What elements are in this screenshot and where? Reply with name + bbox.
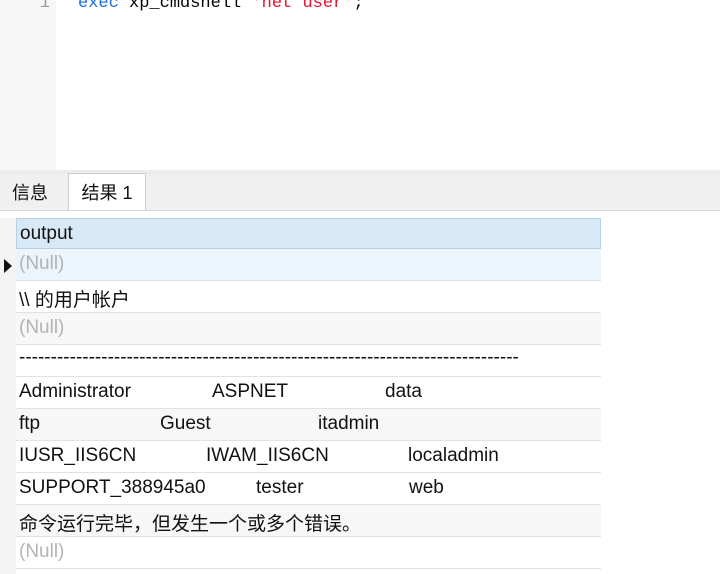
code-procedure: xp_cmdshell bbox=[118, 0, 252, 13]
tab-result-1[interactable]: 结果 1 bbox=[68, 173, 146, 210]
table-row[interactable]: (Null) bbox=[16, 537, 601, 569]
line-number: 1 bbox=[39, 0, 50, 13]
cell-value: (Null) bbox=[19, 541, 65, 562]
current-row-pointer-icon bbox=[4, 259, 12, 273]
cell-value: IUSR_IIS6CN bbox=[19, 445, 137, 466]
code-line[interactable]: exec xp_cmdshell 'net user'; bbox=[78, 0, 364, 13]
cell-value: localadmin bbox=[408, 445, 499, 466]
cell-value: ftp bbox=[19, 413, 41, 434]
sql-editor[interactable]: 1 exec xp_cmdshell 'net user'; bbox=[0, 0, 720, 170]
cell-value: (Null) bbox=[19, 253, 65, 274]
cell-value: ----------------------------------------… bbox=[19, 347, 519, 368]
cell-value: Administrator bbox=[19, 381, 131, 402]
code-string: 'net user' bbox=[251, 0, 354, 13]
table-row[interactable]: \\ 的用户帐户 bbox=[16, 281, 601, 313]
cell-value: SUPPORT_388945a0 bbox=[19, 477, 206, 498]
table-row[interactable]: Administrator ASPNET data bbox=[16, 377, 601, 409]
cell-value: web bbox=[409, 477, 444, 498]
line-number-gutter: 1 bbox=[0, 0, 56, 170]
cell-value: Guest bbox=[160, 413, 211, 434]
table-row[interactable]: (Null) bbox=[16, 313, 601, 345]
cell-value: (Null) bbox=[19, 317, 65, 338]
table-row[interactable]: 命令运行完毕，但发生一个或多个错误。 bbox=[16, 505, 601, 537]
table-row[interactable]: SUPPORT_388945a0 tester web bbox=[16, 473, 601, 505]
cell-value: tester bbox=[256, 477, 304, 498]
column-header-label: output bbox=[20, 223, 73, 244]
cell-value: 命令运行完毕，但发生一个或多个错误。 bbox=[19, 514, 362, 535]
code-keyword: exec bbox=[78, 0, 119, 13]
code-terminator: ; bbox=[353, 0, 364, 13]
table-row[interactable]: ftp Guest itadmin bbox=[16, 409, 601, 441]
cell-value: data bbox=[385, 381, 422, 402]
tab-info[interactable]: 信息 bbox=[0, 174, 60, 209]
cell-value: ASPNET bbox=[212, 381, 289, 402]
column-header-output[interactable]: output bbox=[16, 218, 601, 249]
cell-value: \\ 的用户帐户 bbox=[19, 290, 130, 311]
table-row[interactable]: ----------------------------------------… bbox=[16, 345, 601, 377]
table-row[interactable]: IUSR_IIS6CN IWAM_IIS6CN localadmin bbox=[16, 441, 601, 473]
result-tab-bar: 信息 结果 1 bbox=[0, 173, 720, 211]
cell-value: IWAM_IIS6CN bbox=[206, 445, 329, 466]
table-row[interactable]: (Null) bbox=[16, 249, 601, 281]
cell-value: itadmin bbox=[318, 413, 380, 434]
